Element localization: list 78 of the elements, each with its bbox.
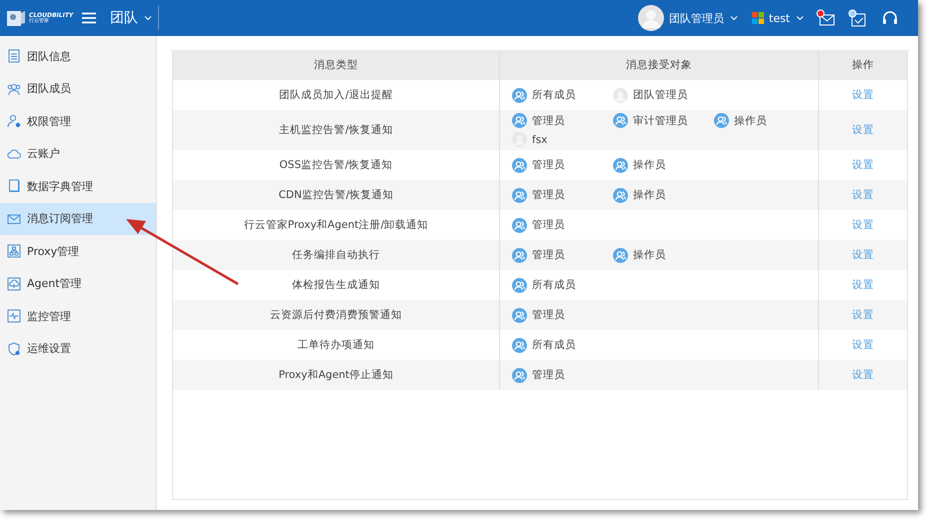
sidebar-item[interactable]: 消息订阅管理	[0, 202, 156, 235]
section-title[interactable]: 团队	[110, 9, 138, 27]
recipient-name: 所有成员	[532, 278, 576, 292]
settings-link[interactable]: 设置	[852, 339, 874, 351]
recipient-name: 审计管理员	[633, 114, 688, 128]
user-group-icon	[512, 88, 527, 102]
recipient-name: 所有成员	[532, 88, 576, 102]
settings-link[interactable]: 设置	[852, 219, 874, 231]
user-group-icon	[512, 113, 527, 128]
recipient-name: 管理员	[532, 188, 565, 202]
sidebar-item[interactable]: 监控管理	[0, 300, 156, 332]
sidebar-item[interactable]: 团队信息	[0, 40, 156, 72]
column-header: 操作	[818, 50, 907, 80]
recipient-name: 管理员	[532, 308, 565, 322]
user-group-icon	[512, 338, 527, 352]
document-icon	[7, 49, 21, 64]
user-gear-icon	[7, 114, 21, 128]
recipient-name: 管理员	[532, 248, 565, 262]
user-group-icon	[512, 308, 527, 322]
table-cell: 主机监控告警/恢复通知	[173, 110, 500, 150]
user-group-icon	[613, 248, 628, 262]
mail-icon	[7, 212, 21, 226]
caret-icon[interactable]	[144, 15, 152, 21]
table-cell: Proxy和Agent停止通知	[173, 360, 500, 390]
sidebar-item[interactable]: 权限管理	[0, 105, 156, 138]
people-icon	[7, 82, 21, 96]
column-header: 消息类型	[173, 50, 500, 80]
recipient-name: 管理员	[532, 158, 565, 172]
user-name[interactable]: 团队管理员	[668, 10, 724, 26]
user-group-icon	[613, 113, 628, 128]
table-cell: 任务编排自动执行	[173, 240, 500, 270]
mail-icon[interactable]	[816, 9, 836, 27]
menu-icon[interactable]	[82, 12, 96, 24]
user-group-icon	[613, 158, 628, 172]
user-group-icon	[512, 158, 527, 172]
user-group-icon	[714, 113, 729, 128]
sidebar-item[interactable]: 云账户	[0, 138, 156, 170]
pulse-icon	[7, 309, 21, 324]
settings-link[interactable]: 设置	[852, 89, 874, 101]
recipient-name: 管理员	[532, 368, 565, 382]
recipient-name: 操作员	[633, 248, 666, 262]
recipient-name: 所有成员	[532, 338, 576, 352]
sidebar-item[interactable]: 运维设置	[0, 332, 156, 365]
recipient-name: 操作员	[633, 188, 666, 202]
shield-gear-icon	[7, 342, 21, 356]
sidebar-item[interactable]: 数据字典管理	[0, 170, 156, 202]
user-group-icon	[512, 248, 527, 262]
task-icon[interactable]	[848, 9, 868, 27]
recipient-name: 操作员	[734, 114, 767, 128]
cloud-upload-icon	[7, 276, 21, 291]
recipient-name: 团队管理员	[633, 88, 688, 102]
settings-link[interactable]: 设置	[852, 159, 874, 171]
settings-link[interactable]: 设置	[852, 279, 874, 291]
user-group-icon	[613, 188, 628, 202]
sidebar-item[interactable]: Agent管理	[0, 268, 156, 300]
headset-icon[interactable]	[880, 9, 900, 27]
recipient-name: 管理员	[532, 218, 565, 232]
book-icon	[7, 179, 21, 194]
caret-icon[interactable]	[796, 15, 804, 21]
logo-icon	[6, 8, 26, 28]
team-name[interactable]: test	[768, 12, 790, 24]
caret-icon[interactable]	[730, 15, 738, 21]
network-icon	[7, 244, 21, 258]
sidebar-item[interactable]: 团队成员	[0, 72, 156, 105]
sidebar-item[interactable]: Proxy管理	[0, 235, 156, 268]
user-group-icon	[512, 218, 527, 232]
user-group-icon	[512, 368, 527, 382]
recipient-name: 操作员	[633, 158, 666, 172]
avatar-icon[interactable]	[638, 5, 664, 31]
table-cell: 云资源后付费消费预警通知	[173, 300, 500, 330]
cloud-icon	[7, 146, 21, 161]
user-group-icon	[512, 188, 527, 202]
windows-logo-icon	[752, 12, 764, 24]
user-group-icon	[512, 278, 527, 292]
table-cell: CDN监控告警/恢复通知	[173, 180, 500, 210]
recipient-name: fsx	[532, 134, 548, 146]
column-header: 消息接受对象	[500, 50, 818, 80]
recipient-name: 管理员	[532, 114, 565, 128]
